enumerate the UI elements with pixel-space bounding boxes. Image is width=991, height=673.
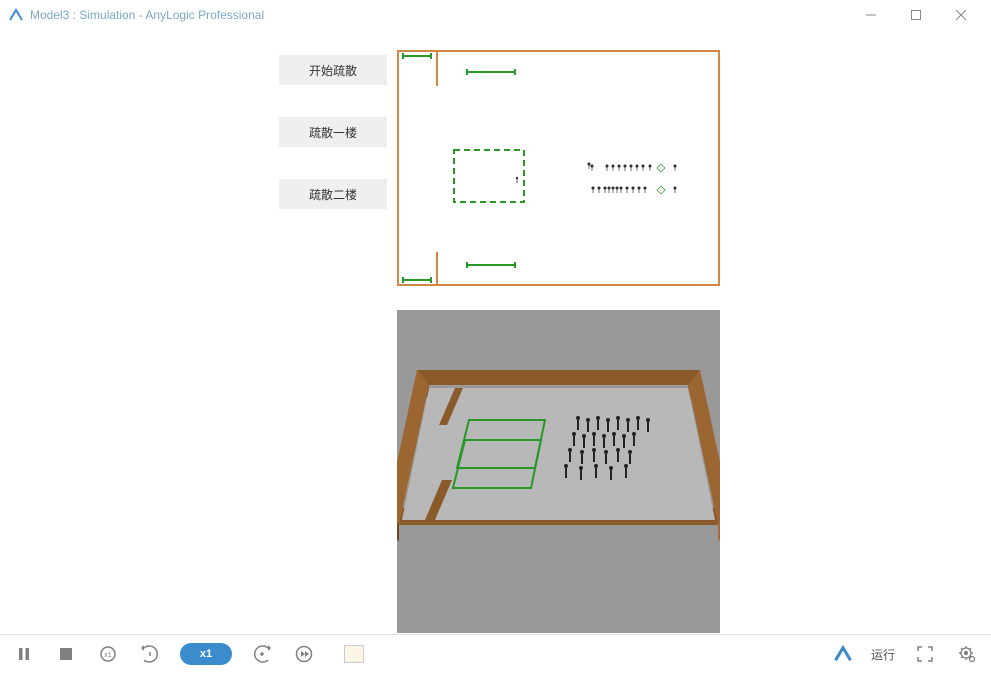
speed-up-button[interactable] <box>250 642 274 666</box>
color-swatch[interactable] <box>344 645 364 663</box>
playback-toolbar: x1 x1 运行 <box>0 634 991 673</box>
anylogic-logo-icon[interactable] <box>833 644 853 664</box>
simulation-canvas[interactable]: 开始疏散 疏散一楼 疏散二楼 <box>0 30 991 634</box>
fast-forward-button[interactable] <box>292 642 316 666</box>
svg-text:x1: x1 <box>104 652 112 659</box>
minimize-button[interactable] <box>848 0 893 30</box>
app-logo-icon <box>8 7 24 23</box>
status-label: 运行 <box>871 646 895 663</box>
floor-plan-2d <box>397 50 720 286</box>
fullscreen-button[interactable] <box>913 642 937 666</box>
close-button[interactable] <box>938 0 983 30</box>
start-evacuation-button[interactable]: 开始疏散 <box>279 55 387 85</box>
window-controls <box>848 0 983 30</box>
speed-reset-button[interactable]: x1 <box>96 642 120 666</box>
titlebar: Model3 : Simulation - AnyLogic Professio… <box>0 0 991 30</box>
speed-down-button[interactable] <box>138 642 162 666</box>
control-panel: 开始疏散 疏散一楼 疏散二楼 <box>279 55 387 209</box>
floor-plan-3d <box>397 310 720 633</box>
evacuate-floor2-button[interactable]: 疏散二楼 <box>279 179 387 209</box>
pause-button[interactable] <box>12 642 36 666</box>
settings-button[interactable] <box>955 642 979 666</box>
evacuate-floor1-button[interactable]: 疏散一楼 <box>279 117 387 147</box>
stop-button[interactable] <box>54 642 78 666</box>
window-title: Model3 : Simulation - AnyLogic Professio… <box>30 8 848 22</box>
maximize-button[interactable] <box>893 0 938 30</box>
speed-indicator[interactable]: x1 <box>180 643 232 665</box>
